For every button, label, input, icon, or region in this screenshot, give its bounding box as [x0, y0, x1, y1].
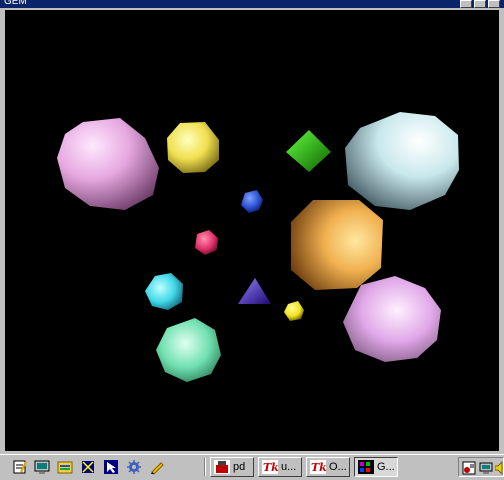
cursor-icon[interactable]: [103, 459, 119, 475]
window-controls: [460, 0, 500, 8]
gem-render-viewport[interactable]: [5, 10, 499, 451]
tk-icon: Tk: [262, 460, 278, 474]
scene-3d: [57, 112, 459, 382]
task-label: pd: [233, 461, 246, 473]
small-yellow-sphere: [284, 301, 304, 321]
svg-text:Tk: Tk: [263, 461, 278, 474]
lavender-polyhedron: [343, 276, 441, 362]
task-pd[interactable]: pd: [210, 457, 254, 477]
tray-computer-icon[interactable]: [479, 460, 493, 474]
close-button[interactable]: [488, 0, 500, 8]
pd-icon: [214, 460, 230, 474]
magenta-sphere: [195, 230, 218, 255]
task-label: G...: [377, 461, 395, 473]
green-octahedron: [286, 130, 331, 172]
gem-icon: [358, 460, 374, 474]
task-label: O...: [329, 461, 347, 473]
svg-text:Tk: Tk: [311, 461, 326, 474]
blue-sphere: [241, 190, 263, 213]
mint-sphere: [156, 318, 221, 382]
pink-polyhedron: [57, 118, 159, 210]
task-label: u...: [281, 461, 297, 473]
task-tk-u[interactable]: Tk u...: [258, 457, 302, 477]
violet-tetrahedron: [238, 278, 271, 304]
notepad-icon[interactable]: [12, 459, 28, 475]
volume-icon[interactable]: [494, 460, 504, 476]
system-tray: [458, 457, 504, 477]
orange-hexagonal-prism: [291, 200, 383, 290]
gear-icon[interactable]: [126, 459, 142, 475]
taskbar-separator: [204, 458, 206, 476]
maximize-button[interactable]: [474, 0, 486, 8]
network-icon[interactable]: [80, 459, 96, 475]
white-blue-polyhedron: [345, 112, 459, 210]
task-tk-o[interactable]: Tk O...: [306, 457, 350, 477]
tk-icon: Tk: [310, 460, 326, 474]
window-title: GEM: [4, 0, 27, 7]
cyan-sphere: [145, 273, 183, 310]
taskbar: pd Tk u... Tk O... G...: [0, 454, 504, 480]
folder-icon[interactable]: [57, 459, 73, 475]
title-bar[interactable]: GEM: [0, 0, 504, 8]
pencil-icon[interactable]: [149, 459, 165, 475]
task-gem[interactable]: G...: [354, 457, 398, 477]
tray-network-icon[interactable]: [462, 460, 476, 475]
yellow-sphere: [167, 122, 219, 173]
minimize-button[interactable]: [460, 0, 472, 8]
monitor-icon[interactable]: [34, 459, 50, 475]
